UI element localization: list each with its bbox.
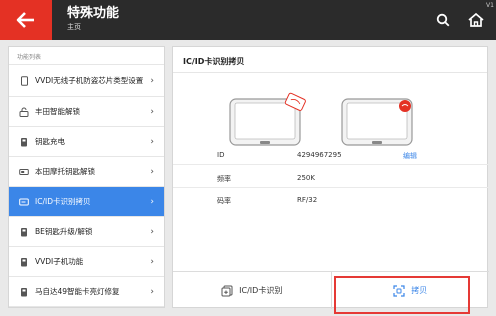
home-icon xyxy=(468,12,484,27)
back-button[interactable] xyxy=(0,0,52,40)
edit-link[interactable]: 编辑 xyxy=(403,151,417,161)
phone-chip-icon xyxy=(19,75,29,86)
sidebar-item-mazda-49-repair[interactable]: 马自达49智能卡亮灯修复 › xyxy=(9,277,164,307)
info-value: 250K xyxy=(297,174,315,182)
remote-icon xyxy=(19,257,29,267)
chevron-right-icon: › xyxy=(150,226,154,237)
sidebar-item-label: BE钥匙升级/解锁 xyxy=(35,226,93,236)
chevron-right-icon: › xyxy=(150,196,154,207)
sidebar-item-label: VVDI无线子机防盗芯片类型设置 xyxy=(35,75,144,85)
chevron-right-icon: › xyxy=(150,256,154,267)
motorcycle-key-icon xyxy=(19,167,29,177)
sidebar-item-chip-type-setting[interactable]: VVDI无线子机防盗芯片类型设置 › xyxy=(9,65,164,97)
chevron-right-icon: › xyxy=(150,286,154,297)
info-key: 频率 xyxy=(217,175,231,183)
function-list: 功能列表 VVDI无线子机防盗芯片类型设置 › 丰田智能解锁 › 钥匙充电 › … xyxy=(8,46,165,308)
copy-card-icon xyxy=(221,285,233,297)
chevron-right-icon: › xyxy=(150,106,154,117)
tablet-device-icon xyxy=(229,92,306,146)
divider xyxy=(173,187,489,188)
function-list-header: 功能列表 xyxy=(9,47,164,65)
chevron-right-icon: › xyxy=(150,166,154,177)
key-battery-icon xyxy=(19,137,29,147)
top-header: 特殊功能 主页 V1 xyxy=(0,0,496,40)
info-key: 码率 xyxy=(217,197,231,205)
identify-card-button[interactable]: IC/ID卡识别 xyxy=(173,272,331,309)
sidebar-item-label: VVDI子机功能 xyxy=(35,256,84,266)
info-row-frequency: 频率 250K xyxy=(217,174,477,186)
info-key: ID xyxy=(217,151,225,159)
main-panel: IC/ID卡识别拷贝 ID 4294967295 编辑 频率 250K 码率 R… xyxy=(172,46,489,309)
info-row-bitrate: 码率 RF/32 xyxy=(217,196,477,208)
be-key-icon xyxy=(19,227,29,237)
search-button[interactable] xyxy=(432,9,454,31)
home-button[interactable] xyxy=(464,8,488,32)
sidebar-item-ic-id-card-copy[interactable]: IC/ID卡识别拷贝 › xyxy=(9,187,164,217)
device-illustrations xyxy=(173,87,489,157)
info-value: RF/32 xyxy=(297,196,318,204)
chevron-right-icon: › xyxy=(150,75,154,86)
copy-button-highlight xyxy=(334,276,470,314)
unlock-icon xyxy=(19,107,29,117)
header-title-block: 特殊功能 主页 xyxy=(67,6,119,32)
identify-card-label: IC/ID卡识别 xyxy=(239,286,283,295)
info-value: 4294967295 xyxy=(297,151,342,159)
tablet-device-icon xyxy=(341,98,413,146)
page-subtitle: 主页 xyxy=(67,23,81,31)
panel-title: IC/ID卡识别拷贝 xyxy=(173,47,487,73)
sidebar-item-label: IC/ID卡识别拷贝 xyxy=(35,196,91,206)
sidebar-item-vvdi-remote-functions[interactable]: VVDI子机功能 › xyxy=(9,247,164,277)
sidebar-item-key-charging[interactable]: 钥匙充电 › xyxy=(9,127,164,157)
page-title: 特殊功能 xyxy=(67,6,120,21)
sidebar-item-be-key-upgrade[interactable]: BE钥匙升级/解锁 › xyxy=(9,217,164,247)
divider xyxy=(173,164,489,165)
sidebar-item-label: 丰田智能解锁 xyxy=(35,106,80,116)
smart-card-icon xyxy=(19,287,29,297)
sidebar-item-label: 马自达49智能卡亮灯修复 xyxy=(35,286,120,296)
search-icon xyxy=(436,13,450,27)
info-row-id: ID 4294967295 编辑 xyxy=(217,151,477,163)
arrow-left-icon xyxy=(16,12,34,28)
version-label: V1 xyxy=(486,2,494,9)
sidebar-item-label: 本田摩托钥匙解锁 xyxy=(35,166,95,176)
sidebar-item-honda-moto-unlock[interactable]: 本田摩托钥匙解锁 › xyxy=(9,157,164,187)
card-icon xyxy=(19,197,29,207)
sidebar-item-label: 钥匙充电 xyxy=(35,136,65,146)
sidebar-item-toyota-unlock[interactable]: 丰田智能解锁 › xyxy=(9,97,164,127)
chevron-right-icon: › xyxy=(150,136,154,147)
